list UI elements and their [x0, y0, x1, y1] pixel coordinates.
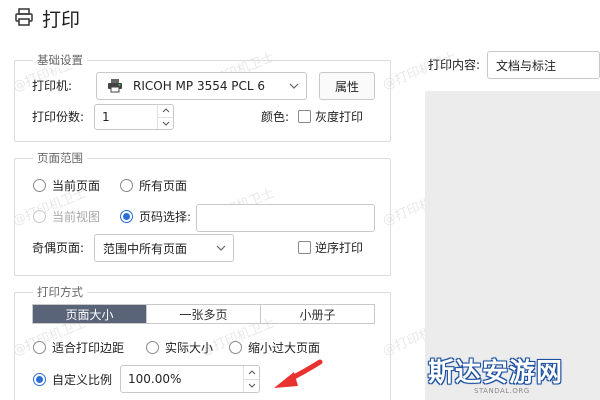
shrink-oversized-radio[interactable] [229, 341, 242, 354]
print-content-label: 打印内容: [428, 58, 481, 72]
printer-device-icon [107, 79, 123, 93]
printer-label: 打印机: [32, 79, 73, 93]
stepper-down-icon[interactable] [158, 116, 173, 130]
copies-stepper[interactable]: 1 [94, 104, 174, 130]
actual-size-radio[interactable] [146, 341, 159, 354]
grayscale-checkbox[interactable] [298, 110, 311, 123]
dialog-title-text: 打印 [42, 8, 81, 31]
custom-scale-stepper[interactable]: 100.00% [120, 365, 260, 393]
print-content-select[interactable]: 文档与标注 [487, 51, 600, 79]
custom-scale-label[interactable]: 自定义比例 [52, 372, 112, 388]
grayscale-label[interactable]: 灰度打印 [315, 109, 363, 125]
print-mode-label: 打印方式 [33, 284, 87, 300]
tab-multi-page[interactable]: 一张多页 [146, 305, 260, 323]
odd-even-value: 范围中所有页面 [103, 241, 188, 256]
annotation-arrow-icon [274, 359, 323, 388]
print-content-value: 文档与标注 [496, 58, 557, 73]
printer-select-value: RICOH MP 3554 PCL 6 [133, 79, 266, 93]
reverse-print-label[interactable]: 逆序打印 [315, 240, 363, 256]
shrink-oversized-label[interactable]: 缩小过大页面 [248, 340, 320, 356]
tab-page-size[interactable]: 页面大小 [33, 305, 146, 323]
odd-even-label: 奇偶页面: [32, 241, 85, 255]
current-view-label: 当前视图 [52, 210, 101, 224]
basic-settings-label: 基础设置 [33, 52, 87, 68]
site-logo: 斯达安游网 STANDAL.ORG [422, 350, 600, 400]
all-pages-radio[interactable] [120, 179, 133, 192]
copies-value: 1 [102, 110, 110, 124]
color-label: 颜色: [261, 110, 290, 124]
reverse-print-checkbox[interactable] [298, 241, 311, 254]
page-select-input[interactable] [196, 204, 375, 232]
odd-even-select[interactable]: 范围中所有页面 [94, 234, 234, 262]
copies-label: 打印份数: [32, 110, 85, 124]
printer-properties-button[interactable]: 属性 [319, 72, 375, 100]
custom-scale-value: 100.00% [128, 372, 182, 386]
print-mode-tabs: 页面大小 一张多页 小册子 [32, 304, 375, 324]
current-page-label[interactable]: 当前页面 [52, 178, 100, 194]
chevron-down-icon [289, 80, 299, 95]
page-range-label: 页面范围 [33, 150, 87, 166]
current-page-radio[interactable] [33, 179, 46, 192]
actual-size-label[interactable]: 实际大小 [165, 340, 213, 356]
printer-icon [14, 7, 34, 30]
fit-margins-radio[interactable] [33, 341, 46, 354]
page-select-label[interactable]: 页码选择: [139, 209, 191, 225]
site-logo-text: 斯达安游网 [428, 358, 564, 388]
printer-select[interactable]: RICOH MP 3554 PCL 6 [96, 72, 307, 100]
dialog-title: 打印 [14, 4, 80, 32]
stepper-up-icon[interactable] [158, 105, 173, 117]
site-logo-domain: STANDAL.ORG [474, 387, 530, 395]
custom-scale-radio[interactable] [33, 373, 46, 386]
all-pages-label[interactable]: 所有页面 [139, 178, 187, 194]
chevron-down-icon [216, 242, 226, 257]
stepper-down-icon[interactable] [244, 378, 259, 393]
tab-booklet[interactable]: 小册子 [260, 305, 374, 323]
stepper-up-icon[interactable] [244, 366, 259, 379]
current-view-radio [33, 210, 46, 223]
fit-margins-label[interactable]: 适合打印边距 [52, 340, 124, 356]
page-select-radio[interactable] [120, 210, 133, 223]
